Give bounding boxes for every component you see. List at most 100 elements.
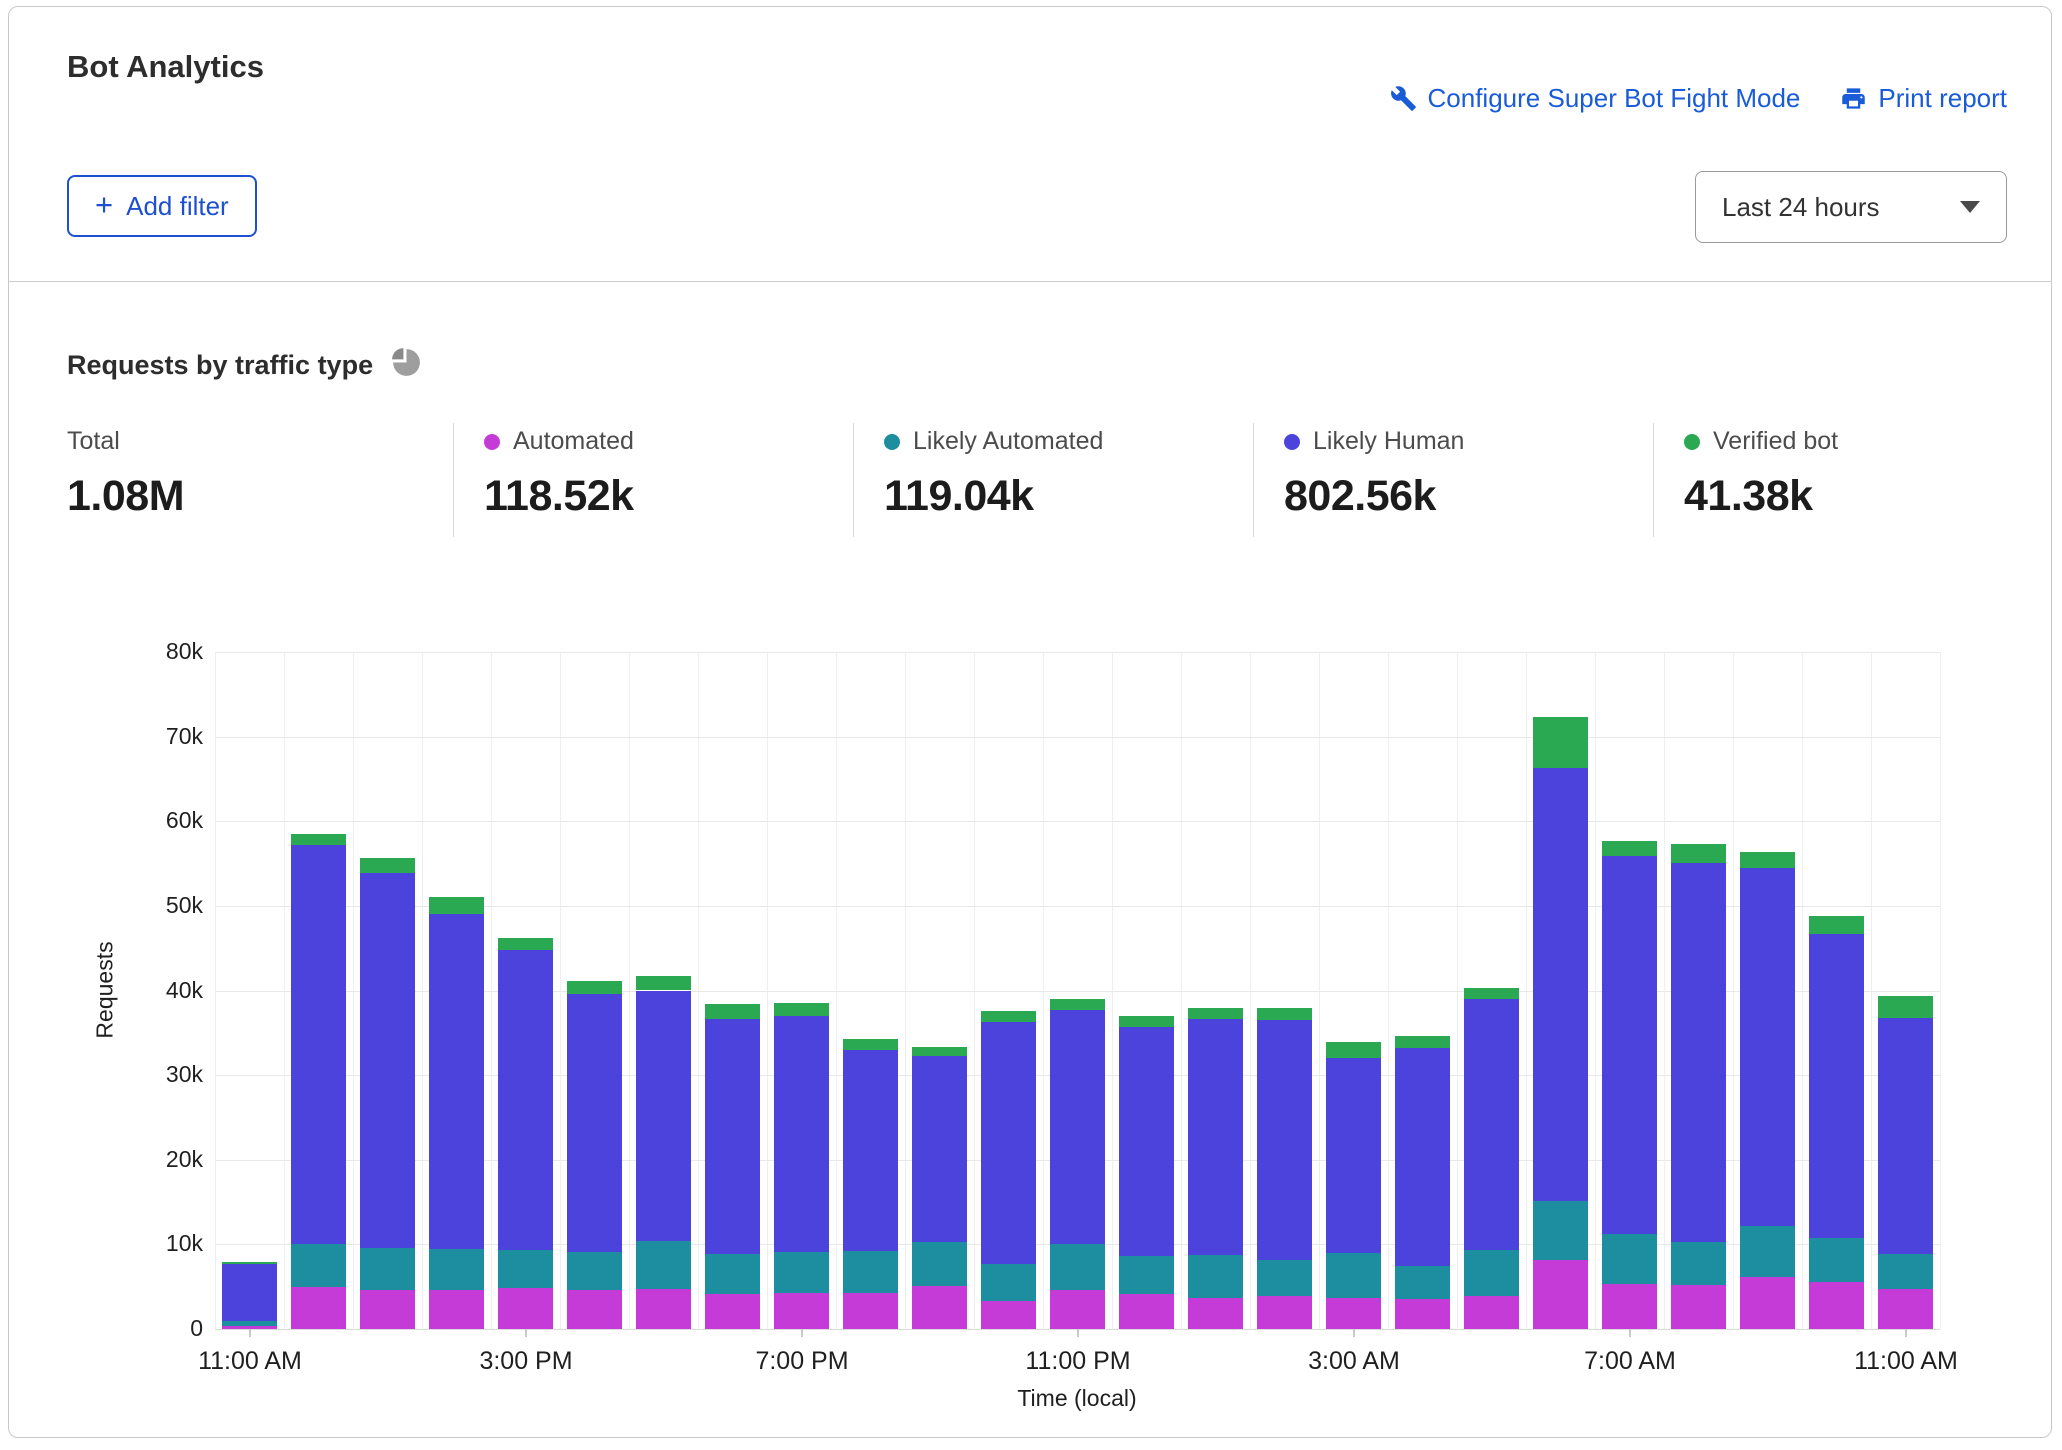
stats-row: Total 1.08M Automated 118.52k Likely Aut… xyxy=(67,423,2053,537)
x-tick-mark xyxy=(1077,1329,1079,1337)
bar-segment-verified-bot xyxy=(1188,1008,1243,1019)
bar-segment-automated xyxy=(1257,1296,1312,1329)
bar-segment-automated xyxy=(843,1293,898,1329)
x-axis-title: Time (local) xyxy=(1017,1385,1136,1412)
bar-segment-verified-bot xyxy=(1671,844,1726,863)
stat-likely-human: Likely Human 802.56k xyxy=(1253,423,1653,537)
x-tick-mark xyxy=(801,1329,803,1337)
bar-segment-likely-human xyxy=(222,1264,277,1321)
bar-segment-verified-bot xyxy=(291,834,346,845)
bar-segment-likely-human xyxy=(1395,1048,1450,1266)
bar-segment-automated xyxy=(429,1290,484,1329)
header-divider xyxy=(9,281,2051,282)
bar-segment-likely-automated xyxy=(1050,1244,1105,1290)
stat-total-label: Total xyxy=(67,427,120,456)
requests-by-traffic-type-chart xyxy=(215,652,1940,1329)
add-filter-label: Add filter xyxy=(126,191,229,222)
bar-segment-automated xyxy=(1740,1277,1795,1329)
bar-segment-verified-bot xyxy=(636,976,691,990)
bar-segment-likely-human xyxy=(1809,934,1864,1239)
x-tick-mark xyxy=(525,1329,527,1337)
bar-segment-likely-human xyxy=(912,1056,967,1242)
bar-segment-automated xyxy=(1050,1290,1105,1329)
bar-segment-likely-automated xyxy=(705,1254,760,1295)
print-report-link[interactable]: Print report xyxy=(1840,83,2007,114)
bar-segment-likely-automated xyxy=(1809,1238,1864,1281)
section-header: Requests by traffic type xyxy=(67,345,424,385)
bar-segment-verified-bot xyxy=(1533,717,1588,768)
horizontal-gridline xyxy=(215,652,1940,653)
stat-likely-automated: Likely Automated 119.04k xyxy=(853,423,1253,537)
bar-segment-likely-human xyxy=(429,914,484,1248)
bar-segment-likely-human xyxy=(1602,856,1657,1234)
bar-segment-verified-bot xyxy=(912,1047,967,1055)
bar-segment-likely-human xyxy=(498,950,553,1250)
bar-segment-automated xyxy=(1602,1284,1657,1329)
bar-segment-likely-automated xyxy=(636,1241,691,1289)
x-tick-label: 11:00 AM xyxy=(198,1347,302,1376)
horizontal-gridline xyxy=(215,821,1940,822)
y-tick-label: 60k xyxy=(79,807,203,834)
bar-segment-automated xyxy=(705,1294,760,1329)
bar-segment-likely-automated xyxy=(1464,1250,1519,1296)
bar-segment-likely-human xyxy=(1326,1058,1381,1253)
bar-segment-likely-automated xyxy=(567,1252,622,1290)
bar-segment-automated xyxy=(636,1289,691,1329)
x-tick-label: 7:00 PM xyxy=(755,1347,848,1376)
bar-segment-automated xyxy=(1671,1285,1726,1329)
bar-segment-verified-bot xyxy=(498,938,553,950)
bar-segment-verified-bot xyxy=(429,897,484,914)
bar-segment-verified-bot xyxy=(222,1262,277,1264)
bar-segment-verified-bot xyxy=(1809,916,1864,934)
time-range-select[interactable]: Last 24 hours xyxy=(1695,171,2007,243)
bar-segment-likely-automated xyxy=(1533,1201,1588,1260)
x-tick-label: 3:00 PM xyxy=(479,1347,572,1376)
bar-segment-likely-human xyxy=(1740,868,1795,1226)
bar-segment-likely-human xyxy=(705,1019,760,1253)
bar-segment-likely-automated xyxy=(1602,1234,1657,1284)
stat-likely-human-value: 802.56k xyxy=(1284,472,1653,521)
header-actions: Configure Super Bot Fight Mode Print rep… xyxy=(1390,83,2007,114)
stat-verified-bot-label: Verified bot xyxy=(1713,427,1838,456)
bar-segment-likely-automated xyxy=(912,1242,967,1286)
likely-automated-legend-dot xyxy=(884,434,900,450)
bar-segment-likely-human xyxy=(360,873,415,1248)
y-tick-label: 20k xyxy=(79,1146,203,1173)
add-filter-button[interactable]: + Add filter xyxy=(67,175,257,237)
automated-legend-dot xyxy=(484,434,500,450)
bar-segment-likely-human xyxy=(1188,1019,1243,1254)
bar-segment-automated xyxy=(1395,1299,1450,1329)
x-tick-label: 11:00 AM xyxy=(1854,1347,1958,1376)
bar-segment-automated xyxy=(1878,1289,1933,1329)
bar-segment-automated xyxy=(1809,1282,1864,1329)
bar-segment-verified-bot xyxy=(1602,841,1657,856)
y-tick-label: 80k xyxy=(79,638,203,665)
print-link-label: Print report xyxy=(1878,83,2007,114)
bar-segment-likely-automated xyxy=(1188,1255,1243,1298)
bar-segment-likely-automated xyxy=(843,1251,898,1292)
likely-human-legend-dot xyxy=(1284,434,1300,450)
bar-segment-likely-human xyxy=(636,991,691,1241)
bar-segment-automated xyxy=(360,1290,415,1329)
bar-segment-likely-automated xyxy=(1671,1242,1726,1285)
bot-analytics-card: Bot Analytics Configure Super Bot Fight … xyxy=(8,6,2052,1438)
bar-segment-automated xyxy=(1326,1298,1381,1329)
bar-segment-likely-automated xyxy=(1878,1254,1933,1290)
bar-segment-automated xyxy=(981,1301,1036,1329)
stat-likely-human-label: Likely Human xyxy=(1313,427,1464,456)
section-title: Requests by traffic type xyxy=(67,350,373,381)
bar-segment-likely-automated xyxy=(1395,1266,1450,1299)
stat-automated-value: 118.52k xyxy=(484,472,853,521)
bar-segment-automated xyxy=(1119,1294,1174,1329)
bar-segment-automated xyxy=(567,1290,622,1329)
x-tick-mark xyxy=(1629,1329,1631,1337)
bar-segment-automated xyxy=(774,1293,829,1329)
time-range-value: Last 24 hours xyxy=(1722,192,1880,223)
stat-verified-bot-value: 41.38k xyxy=(1684,472,2053,521)
bar-segment-verified-bot xyxy=(1464,988,1519,999)
x-tick-label: 11:00 PM xyxy=(1025,1347,1130,1376)
configure-super-bot-fight-mode-link[interactable]: Configure Super Bot Fight Mode xyxy=(1390,83,1801,114)
bar-segment-automated xyxy=(912,1286,967,1329)
bar-segment-verified-bot xyxy=(1257,1008,1312,1020)
bar-segment-verified-bot xyxy=(705,1004,760,1019)
